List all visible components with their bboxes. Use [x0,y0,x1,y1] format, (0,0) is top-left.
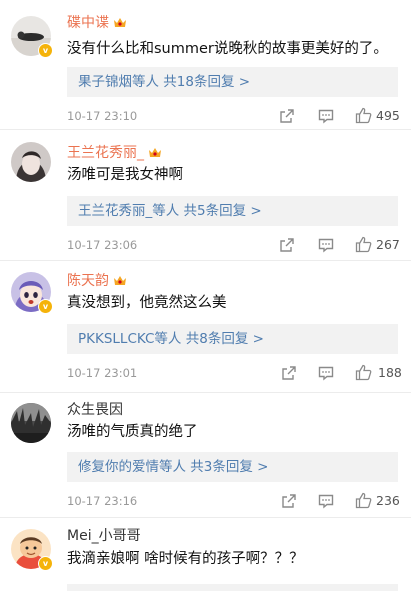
share-icon[interactable] [281,493,297,509]
comment-text: 真没想到，他竟然这么美 [67,295,227,311]
like-count: 236 [376,493,400,508]
reply-lead: 果子锦烟等人 [78,74,159,90]
avatar[interactable] [11,142,51,182]
timestamp: 10-17 23:01 [67,366,138,380]
verified-badge-icon: v [38,43,53,58]
comment-icon[interactable] [318,365,334,381]
thumbs-up-icon[interactable] [355,364,372,381]
replies-link[interactable]: PKKSLLCKC等人 共8条回复 > [67,324,398,354]
reply-lead: PKKSLLCKC等人 [78,331,182,347]
timestamp: 10-17 23:10 [67,109,138,123]
comment-username[interactable]: 陈天韵 [67,272,127,290]
share-icon[interactable] [279,108,295,124]
comment-icon[interactable] [318,237,334,253]
comment-item: v 碟中谍 没有什么比和summer说晚秋的故事更美好的了。 果子锦烟等人 共1… [0,0,411,130]
timestamp: 10-17 23:06 [67,238,138,252]
reply-count: 共3条回复 > [190,459,269,475]
thumbs-up-icon[interactable] [355,236,372,253]
vip-crown-icon [149,148,161,157]
reply-lead: 修复你的爱情等人 [78,459,186,475]
comment-username[interactable]: 碟中谍 [67,14,127,32]
avatar[interactable] [11,403,51,443]
avatar-image [11,403,51,443]
share-icon[interactable] [279,237,295,253]
reply-count: 共8条回复 > [185,331,264,347]
comment-username[interactable]: 众生畏因 [67,401,123,419]
comment-item: v Mei_小哥哥 我滴亲娘啊 啥时候有的孩子啊？？？ [0,518,411,591]
comment-icon[interactable] [318,108,334,124]
vip-crown-icon [114,276,126,285]
reply-count: 共18条回复 > [163,74,251,90]
reply-count: 共5条回复 > [183,203,262,219]
comment-item: 众生畏因 汤唯的气质真的绝了 修复你的爱情等人 共3条回复 > 10-17 23… [0,393,411,518]
reply-lead: 王兰花秀丽_等人 [78,203,180,219]
timestamp: 10-17 23:16 [67,494,138,508]
verified-badge-icon: v [38,556,53,571]
username-text: 碟中谍 [67,15,109,31]
replies-link[interactable]: 修复你的爱情等人 共3条回复 > [67,452,398,482]
share-icon[interactable] [281,365,297,381]
vip-crown-icon [114,18,126,27]
thumbs-up-icon[interactable] [355,107,372,124]
thumbs-up-icon[interactable] [355,492,372,509]
avatar[interactable]: v [11,529,53,571]
username-text: 陈天韵 [67,273,109,289]
comment-item: 王兰花秀丽_ 汤唯可是我女神啊 王兰花秀丽_等人 共5条回复 > 10-17 2… [0,130,411,261]
comment-item: v 陈天韵 真没想到，他竟然这么美 PKKSLLCKC等人 共8条回复 > 10… [0,261,411,393]
avatar-image [11,142,51,182]
replies-link[interactable]: 果子锦烟等人 共18条回复 > [67,67,398,97]
comment-username[interactable]: Mei_小哥哥 [67,527,141,545]
verified-badge-icon: v [38,299,53,314]
replies-link[interactable]: 王兰花秀丽_等人 共5条回复 > [67,196,398,226]
comment-text: 汤唯的气质真的绝了 [67,424,198,440]
avatar[interactable]: v [11,272,53,314]
like-count: 267 [376,237,400,252]
comment-text: 没有什么比和summer说晚秋的故事更美好的了。 [67,41,388,57]
avatar[interactable]: v [11,16,53,58]
username-text: 众生畏因 [67,402,123,418]
comment-username[interactable]: 王兰花秀丽_ [67,144,162,162]
username-text: 王兰花秀丽_ [67,145,144,161]
replies-link[interactable] [67,584,398,591]
comment-icon[interactable] [318,493,334,509]
username-text: Mei_小哥哥 [67,528,141,544]
like-count: 495 [376,108,400,123]
comment-text: 我滴亲娘啊 啥时候有的孩子啊？？？ [67,551,304,567]
comment-feed: { "comments": [ { "username": "碟中谍", "na… [0,0,411,591]
comment-text: 汤唯可是我女神啊 [67,167,183,183]
like-count: 188 [378,365,402,380]
